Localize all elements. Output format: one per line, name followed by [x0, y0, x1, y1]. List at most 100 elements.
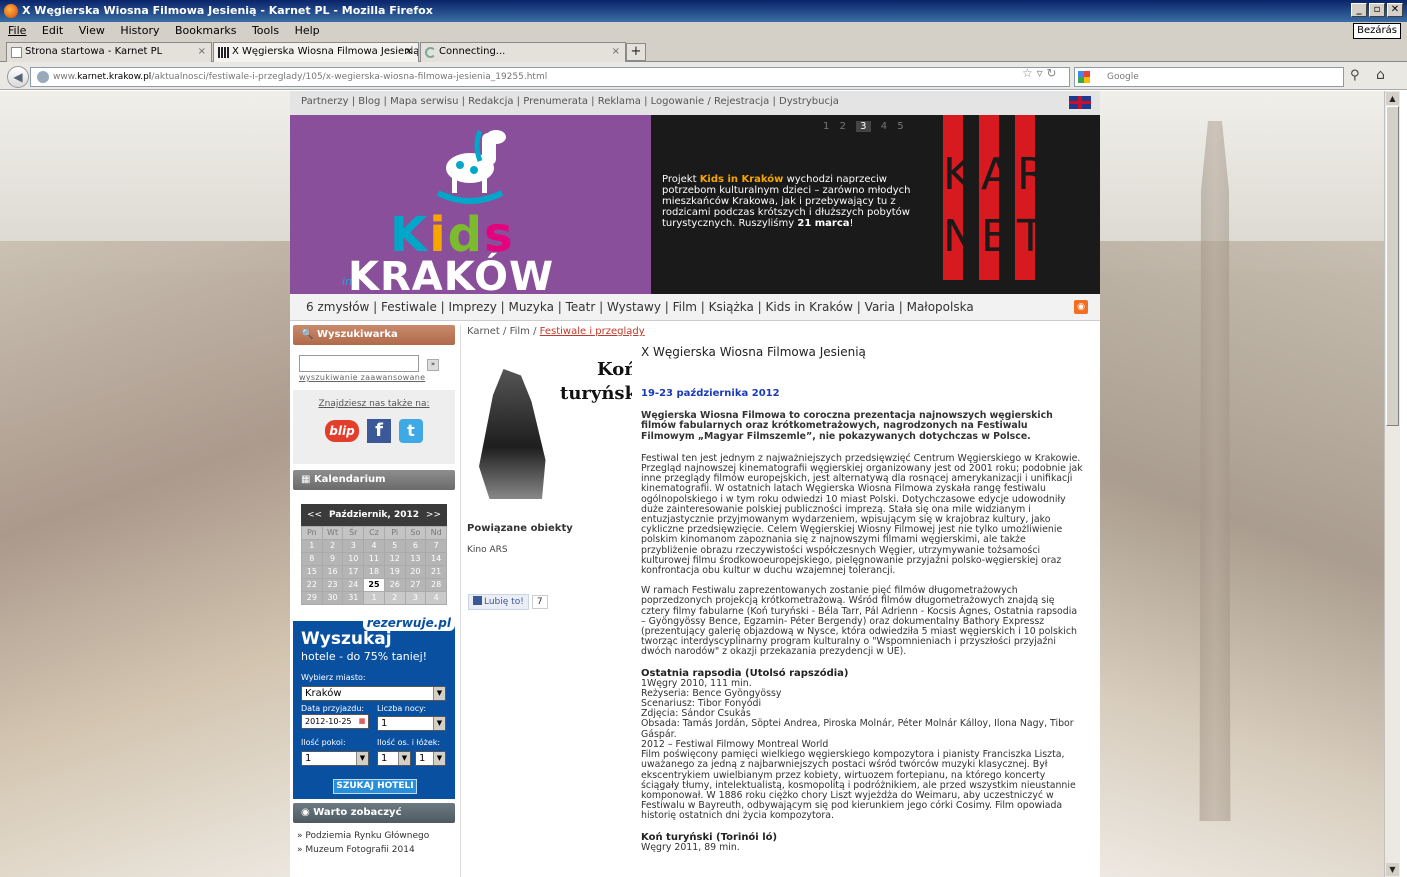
- minimize-button[interactable]: _: [1351, 3, 1367, 17]
- calendar-day[interactable]: 5: [384, 540, 405, 552]
- scroll-up-arrow[interactable]: ▲: [1386, 92, 1399, 105]
- tab-close-icon[interactable]: ×: [405, 43, 413, 61]
- tab-close-icon[interactable]: ×: [612, 43, 620, 61]
- banner: Kids in KRAKÓW 1 2 3 4 5 Projekt Kids in…: [290, 115, 1100, 297]
- calendar-day[interactable]: 29: [302, 592, 322, 604]
- calendar-day[interactable]: 12: [384, 553, 405, 565]
- calendar-day[interactable]: 18: [364, 566, 384, 578]
- search-hotels-button[interactable]: SZUKAJ HOTELI: [333, 779, 417, 794]
- date-input[interactable]: 2012-10-25 ▦: [301, 714, 369, 729]
- calendar-day[interactable]: 17: [343, 566, 364, 578]
- bezaras-button[interactable]: Bezárás: [1353, 23, 1401, 39]
- top-nav-links[interactable]: Partnerzy | Blog | Mapa serwisu | Redakc…: [301, 96, 839, 107]
- search-bar[interactable]: Google: [1074, 67, 1344, 87]
- calendar-day[interactable]: 20: [405, 566, 426, 578]
- calendar-day[interactable]: 2: [384, 592, 405, 604]
- calendar-day[interactable]: 4: [364, 540, 384, 552]
- calendar-day[interactable]: 9: [322, 553, 343, 565]
- tab-wegierska[interactable]: X Węgierska Wiosna Filmowa Jesienią - K.…: [213, 42, 419, 62]
- beds-select[interactable]: 1 ▼: [415, 751, 446, 766]
- calendar-day[interactable]: 24: [343, 579, 364, 591]
- site-search-input[interactable]: [299, 355, 419, 372]
- window-title: X Węgierska Wiosna Filmowa Jesienią - Ka…: [22, 4, 433, 17]
- banner-page-4[interactable]: 4: [881, 121, 887, 132]
- scroll-down-arrow[interactable]: ▼: [1386, 863, 1399, 876]
- calendar-day[interactable]: 30: [322, 592, 343, 604]
- menu-edit[interactable]: Edit: [42, 24, 63, 37]
- rooms-select[interactable]: 1 ▼: [301, 751, 369, 766]
- url-bar[interactable]: www.karnet.krakow.pl/aktualnosci/festiwa…: [30, 67, 1070, 87]
- calendar-day[interactable]: 14: [426, 553, 446, 565]
- calendar-day[interactable]: 26: [384, 579, 405, 591]
- back-button[interactable]: ◀: [7, 66, 29, 88]
- calendar-day[interactable]: 11: [364, 553, 384, 565]
- kids-in-krakow-logo[interactable]: Kids in KRAKÓW: [290, 115, 651, 297]
- calendar-day[interactable]: 2: [322, 540, 343, 552]
- calendar-day[interactable]: 10: [343, 553, 364, 565]
- calendar-day[interactable]: 3: [343, 540, 364, 552]
- banner-page-3[interactable]: 3: [856, 121, 871, 132]
- breadcrumb-film[interactable]: Film /: [510, 326, 537, 337]
- calendar-day[interactable]: 3: [405, 592, 426, 604]
- menu-history[interactable]: History: [120, 24, 159, 37]
- menu-view[interactable]: View: [79, 24, 105, 37]
- new-tab-button[interactable]: +: [626, 43, 646, 61]
- film2-line: Węgry 2011, 89 min.: [641, 841, 740, 853]
- fb-like-button[interactable]: Lubię to!: [468, 594, 529, 610]
- banner-page-5[interactable]: 5: [897, 121, 903, 132]
- persons-select[interactable]: 1 ▼: [377, 751, 411, 766]
- calendar-day[interactable]: 27: [405, 579, 426, 591]
- calendar-day[interactable]: 1: [302, 540, 322, 552]
- menu-bookmarks[interactable]: Bookmarks: [175, 24, 236, 37]
- tab-connecting[interactable]: Connecting... ×: [420, 42, 626, 62]
- calendar-day[interactable]: 28: [426, 579, 446, 591]
- karnet-logo[interactable]: K A R N E T: [943, 115, 1051, 280]
- warto-item[interactable]: » Podziemia Rynku Głównego: [297, 829, 451, 843]
- search-icon[interactable]: ⚲: [1350, 68, 1360, 83]
- calendar-day[interactable]: 4: [426, 592, 446, 604]
- banner-page-2[interactable]: 2: [840, 121, 846, 132]
- advanced-search-link[interactable]: wyszukiwanie zaawansowane: [299, 373, 449, 382]
- menu-file[interactable]: File: [8, 24, 26, 37]
- tab-strona-startowa[interactable]: Strona startowa - Karnet PL ×: [6, 42, 212, 62]
- calendar-day[interactable]: 7: [426, 540, 446, 552]
- calendar-day[interactable]: 21: [426, 566, 446, 578]
- banner-page-1[interactable]: 1: [823, 121, 829, 132]
- city-select[interactable]: Kraków ▼: [301, 686, 446, 701]
- facebook-icon[interactable]: f: [367, 419, 391, 443]
- calendar-day[interactable]: 8: [302, 553, 322, 565]
- calendar-day[interactable]: 23: [322, 579, 343, 591]
- calendar-day[interactable]: 19: [384, 566, 405, 578]
- maximize-button[interactable]: ▫: [1369, 3, 1385, 17]
- calendar-day[interactable]: 13: [405, 553, 426, 565]
- uk-flag-icon[interactable]: [1069, 96, 1091, 109]
- breadcrumb-karnet[interactable]: Karnet /: [467, 326, 506, 337]
- calendar-day[interactable]: 31: [343, 592, 364, 604]
- warto-item[interactable]: » Muzeum Fotografii 2014: [297, 843, 451, 857]
- home-icon[interactable]: ⌂: [1376, 67, 1385, 83]
- calendar-day[interactable]: 6: [405, 540, 426, 552]
- calendar-day[interactable]: 16: [322, 566, 343, 578]
- bookmark-star-icon[interactable]: ☆ ▿ ↻: [1022, 66, 1056, 80]
- breadcrumb-festiwale[interactable]: Festiwale i przeglądy: [540, 326, 645, 337]
- calendar-day[interactable]: 1: [364, 592, 384, 604]
- calendar-day[interactable]: 22: [302, 579, 322, 591]
- nights-select[interactable]: 1 ▼: [377, 716, 446, 731]
- search-go-button[interactable]: »: [427, 359, 439, 371]
- menu-tools[interactable]: Tools: [252, 24, 279, 37]
- calendar-day[interactable]: 15: [302, 566, 322, 578]
- tab-close-icon[interactable]: ×: [198, 43, 206, 61]
- blip-icon[interactable]: blip: [325, 420, 359, 442]
- vertical-scrollbar[interactable]: ▲ ▼: [1384, 91, 1400, 877]
- close-button[interactable]: ✕: [1387, 3, 1403, 17]
- rss-icon[interactable]: ◉: [1074, 300, 1088, 314]
- menu-help[interactable]: Help: [295, 24, 320, 37]
- related-item[interactable]: Kino ARS: [467, 545, 508, 555]
- scroll-thumb[interactable]: [1386, 106, 1399, 426]
- calendar-day[interactable]: 25: [364, 579, 384, 591]
- site-search: » wyszukiwanie zaawansowane: [293, 345, 455, 390]
- main-nav-links[interactable]: 6 zmysłów | Festiwale | Imprezy | Muzyka…: [306, 300, 974, 314]
- calendar-next[interactable]: >>: [426, 504, 441, 526]
- twitter-icon[interactable]: t: [399, 419, 423, 443]
- calendar-prev[interactable]: <<: [307, 504, 322, 526]
